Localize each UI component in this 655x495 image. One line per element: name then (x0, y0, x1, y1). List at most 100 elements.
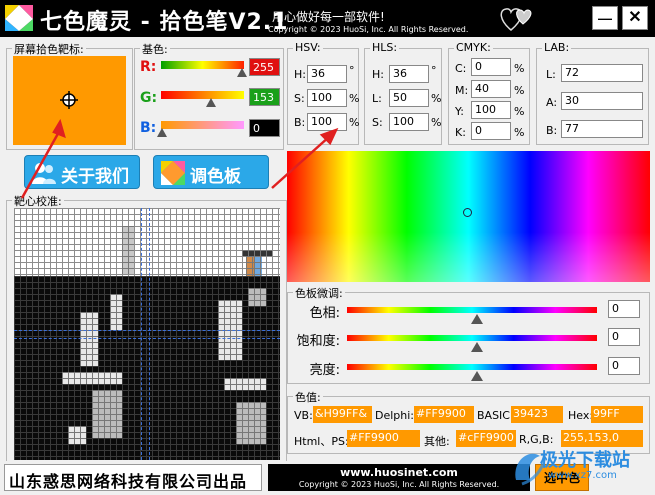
hsv-b-input[interactable]: 100 (307, 113, 347, 131)
hsv-h-label: H: (294, 68, 306, 81)
slogan: 用心做好每一部软件! (272, 10, 385, 24)
magnifier-guide-horizontal (14, 338, 280, 339)
cmyk-c-label: C: (455, 62, 467, 75)
b-value[interactable]: 0 (249, 119, 280, 137)
target-color-swatch[interactable] (13, 56, 126, 145)
r-label: R: (140, 59, 157, 75)
hue-label: 色相: (309, 306, 340, 321)
footer-banner[interactable]: www.huosinet.com Copyright © 2023 HuoSi,… (268, 464, 530, 491)
hls-h-unit: ° (431, 64, 437, 77)
hsv-b-unit: % (349, 116, 360, 129)
g-value[interactable]: 153 (249, 88, 280, 106)
magnifier-title: 靶心校准: (12, 193, 64, 209)
cmyk-m-input[interactable]: 40 (471, 80, 511, 98)
crosshair-icon[interactable] (60, 91, 78, 109)
palette-label: 调色板 (190, 167, 241, 186)
brightness-slider-thumb[interactable] (471, 371, 483, 381)
cmyk-title: CMYK: (454, 41, 493, 54)
hsv-title: HSV: (293, 41, 323, 54)
cmyk-c-input[interactable]: 0 (471, 58, 511, 76)
hue-value[interactable]: 0 (608, 300, 640, 318)
cmyk-y-input[interactable]: 100 (471, 101, 511, 119)
users-icon (32, 163, 56, 184)
hls-h-input[interactable]: 36 (389, 65, 429, 83)
lab-title: LAB: (542, 41, 572, 54)
saturation-label: 饱和度: (296, 334, 340, 349)
html-value[interactable]: #FF9900 (347, 430, 420, 447)
site-url[interactable]: www.huosinet.com (268, 466, 530, 479)
spectrum-picker-icon[interactable] (463, 208, 472, 217)
hue-slider-thumb[interactable] (471, 314, 483, 324)
lab-a-input[interactable]: 30 (561, 92, 643, 110)
brightness-slider-track[interactable] (347, 364, 597, 370)
magnifier-view[interactable] (14, 208, 280, 460)
b-label: B: (140, 120, 157, 136)
lab-l-input[interactable]: 72 (561, 64, 643, 82)
g-slider-track[interactable] (161, 91, 244, 99)
title-bar[interactable]: 七色魔灵 - 拾色笔V2.1 用心做好每一部软件! Copyright © 20… (0, 0, 655, 37)
app-title: 七色魔灵 - 拾色笔V2.1 (40, 10, 289, 35)
hue-slider-track[interactable] (347, 307, 597, 313)
other-value[interactable]: #cFF9900 (456, 430, 516, 447)
r-value[interactable]: 255 (249, 58, 280, 76)
cmyk-m-label: M: (455, 84, 469, 97)
cmyk-c-unit: % (514, 62, 525, 75)
saturation-value[interactable]: 0 (608, 328, 640, 346)
hsv-s-input[interactable]: 100 (307, 89, 347, 107)
lab-b-label: B: (546, 124, 558, 137)
g-label: G: (140, 90, 158, 106)
hls-s-unit: % (431, 116, 442, 129)
about-us-label: 关于我们 (61, 167, 129, 186)
cmyk-y-label: Y: (455, 105, 464, 118)
hls-l-unit: % (431, 92, 442, 105)
tuning-title: 色板微调: (293, 285, 345, 301)
hsv-h-input[interactable]: 36 (307, 65, 347, 83)
hsv-h-unit: ° (349, 64, 355, 77)
basic-value[interactable]: 39423 (511, 406, 563, 423)
target-group-title: 屏幕拾色靶标: (12, 41, 86, 57)
magnified-pixel-block (122, 226, 134, 274)
about-us-button[interactable]: 关于我们 (24, 155, 140, 189)
hearts-icon (500, 8, 532, 31)
magnified-pixel-block (92, 390, 122, 438)
minimize-button[interactable]: — (592, 6, 618, 30)
magnified-pixel-block (80, 312, 98, 366)
basic-label: BASIC: (477, 409, 514, 422)
saturation-slider-track[interactable] (347, 335, 597, 341)
r-slider-track[interactable] (161, 61, 244, 69)
saturation-slider-thumb[interactable] (471, 342, 483, 352)
brightness-value[interactable]: 0 (608, 357, 640, 375)
magnified-pixel-block (236, 402, 266, 444)
magnified-dark-area (14, 276, 280, 460)
g-slider-thumb[interactable] (206, 98, 216, 107)
watermark-url: www.xz7.com (548, 470, 617, 481)
magnified-pixel-block (62, 372, 122, 384)
hex-label: Hex: (568, 409, 594, 422)
lab-b-input[interactable]: 77 (561, 120, 643, 138)
cmyk-k-input[interactable]: 0 (471, 122, 511, 140)
magnified-pixel-block (248, 288, 266, 306)
basic-color-title: 基色: (140, 41, 170, 57)
cmyk-y-unit: % (514, 105, 525, 118)
vb-value[interactable]: &H99FF& (313, 406, 372, 423)
b-slider-track[interactable] (161, 121, 244, 129)
hls-s-input[interactable]: 100 (389, 113, 429, 131)
delphi-value[interactable]: #FF9900 (414, 406, 474, 423)
color-spectrum[interactable] (287, 151, 650, 282)
r-slider-thumb[interactable] (237, 68, 247, 77)
b-slider-thumb[interactable] (157, 128, 167, 137)
close-button[interactable]: ✕ (622, 6, 648, 30)
hex-value[interactable]: 99FF (591, 406, 643, 423)
palette-icon (161, 161, 185, 185)
hls-title: HLS: (370, 41, 400, 54)
lab-a-label: A: (546, 96, 558, 109)
title-copyright: Copyright © 2023 HuoSi, Inc. All Rights … (268, 25, 469, 34)
other-label: 其他: (424, 435, 450, 448)
palette-button[interactable]: 调色板 (153, 155, 269, 189)
hls-l-input[interactable]: 50 (389, 89, 429, 107)
magnified-pixel-block (68, 426, 86, 444)
footer-copyright: Copyright © 2023 HuoSi, Inc. All Rights … (298, 480, 500, 489)
hls-l-label: L: (372, 92, 382, 105)
lab-l-label: L: (546, 68, 556, 81)
html-label: Html、PS: (294, 435, 349, 448)
